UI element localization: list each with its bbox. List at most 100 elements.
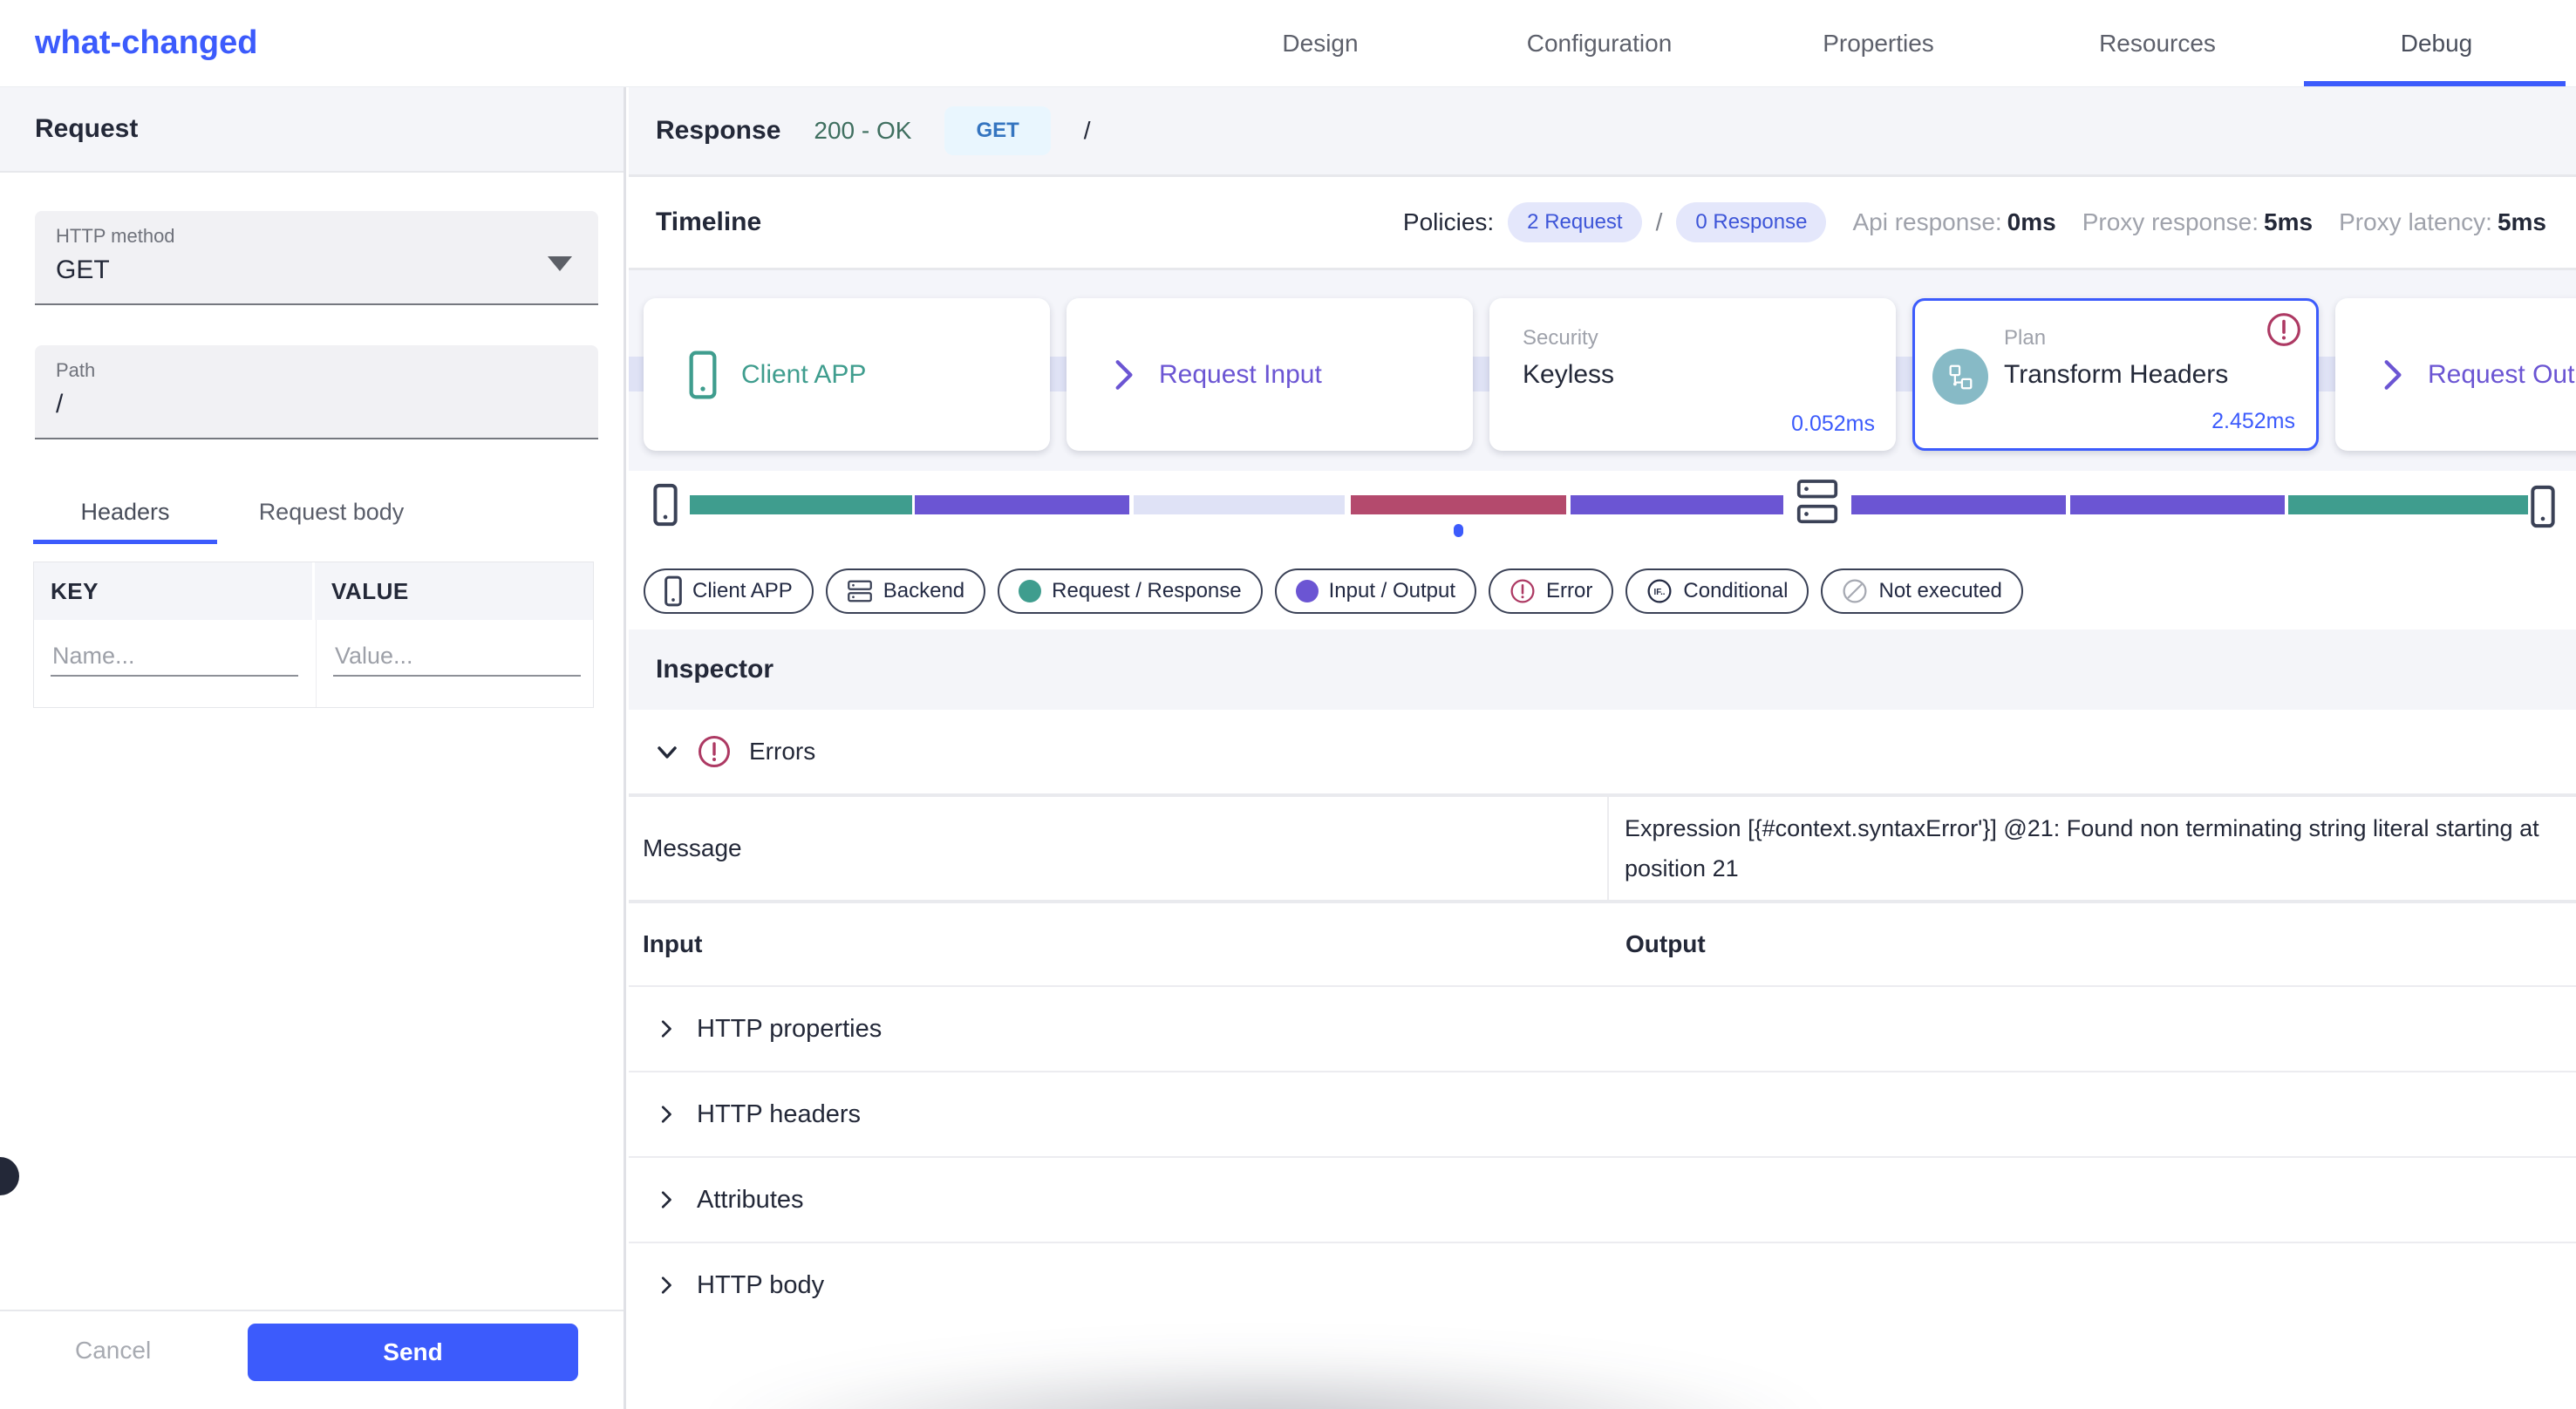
policies-label: Policies: [1402,208,1495,235]
conditional-icon: IF.. [1646,578,1673,604]
response-header: Response 200 - OK GET / [629,87,2576,177]
http-method-select[interactable]: HTTP method GET [35,211,598,305]
timeline-cards-zone: Client APP Request Input Security Keyles… [629,270,2576,471]
legend-label: Client APP [692,579,793,602]
legend-request-response[interactable]: Request / Response [998,568,1263,614]
card-security-keyless[interactable]: Security Keyless 0.052ms [1489,298,1896,451]
request-title: Request [35,114,139,143]
section-label: HTTP properties [697,1014,883,1043]
path-field[interactable]: Path / [35,345,598,439]
header-value-input[interactable] [333,637,581,677]
input-column-header: Input [643,930,703,957]
section-label: Attributes [697,1185,804,1214]
legend-conditional[interactable]: IF.. Conditional [1625,568,1809,614]
chevron-down-icon [655,739,679,764]
legend-input-output[interactable]: Input / Output [1274,568,1477,614]
send-button[interactable]: Send [248,1324,578,1381]
tab-configuration[interactable]: Configuration [1460,0,1739,86]
section-http-headers[interactable]: HTTP headers [629,1072,2576,1156]
policy-name: Transform Headers [2004,360,2229,389]
status-badge: 200 - OK [814,117,912,144]
legend-not-executed[interactable]: Not executed [1821,568,2023,614]
metric-label: Proxy latency: [2339,208,2492,235]
policy-duration: 2.452ms [2211,409,2295,433]
tab-label: Debug [2400,29,2473,57]
tab-request-body[interactable]: Request body [217,485,446,540]
message-label: Message [629,797,1609,900]
card-label: Client APP [741,359,867,389]
legend-client-app[interactable]: Client APP [644,568,814,614]
legend-label: Conditional [1683,579,1789,602]
tab-properties[interactable]: Properties [1739,0,2018,86]
tab-label: Design [1282,29,1359,57]
timeline-bar-zone: Client APP Backend Request / Response In… [629,471,2576,630]
legend-backend[interactable]: Backend [825,568,986,614]
chevron-right-icon [658,1273,674,1297]
errors-label: Errors [749,738,816,765]
tab-resources[interactable]: Resources [2018,0,2297,86]
tab-label: Resources [2099,29,2216,57]
tab-design[interactable]: Design [1181,0,1460,86]
message-value-cell: Expression [{#context.syntaxError'}] @21… [1609,797,2576,900]
tab-headers[interactable]: Headers [33,485,217,540]
metric-value: 5ms [2264,208,2314,235]
error-icon [2266,311,2302,348]
timeline-bar-segment [1851,495,2066,514]
chevron-right-icon [658,1102,674,1127]
response-policies-badge[interactable]: 0 Response [1676,202,1827,242]
edge-notch [0,1157,19,1195]
card-request-output[interactable]: Request Output [2335,298,2576,451]
request-panel-header: Request [0,87,624,173]
policy-name: Keyless [1523,360,1615,389]
metric-value: 0ms [2007,208,2056,235]
flowchart-icon [1949,364,1973,390]
timeline-bar-segment [1571,495,1783,514]
chevron-right-icon [658,1188,674,1212]
timeline-bar-segment [1351,495,1566,514]
header-name-input[interactable] [51,637,298,677]
phone-icon [689,351,717,399]
section-attributes[interactable]: Attributes [629,1158,2576,1242]
teal-dot-icon [1019,580,1042,602]
svg-text:IF..: IF.. [1654,588,1666,597]
proxy-response-metric: Proxy response: 5ms [2082,208,2313,236]
cancel-button[interactable]: Cancel [70,1336,156,1365]
request-policies-badge[interactable]: 2 Request [1508,202,1642,242]
purple-dot-icon [1295,580,1319,602]
key-cell [34,620,316,707]
top-tabs: Design Configuration Properties Resource… [1181,0,2576,86]
output-column-header: Output [1625,930,1706,957]
top-bar: what-changed Design Configuration Proper… [0,0,2576,87]
legend-label: Not executed [1878,579,2002,602]
metric-label: Proxy response: [2082,208,2259,235]
section-http-properties[interactable]: HTTP properties [629,987,2576,1071]
response-title: Response [656,116,781,145]
phone-icon [653,481,678,528]
card-request-input[interactable]: Request Input [1067,298,1473,451]
http-method-label: HTTP method [56,225,175,247]
errors-section-toggle[interactable]: Errors [629,710,2576,793]
page-shadow [699,1356,1832,1409]
policy-category: Security [1523,326,1598,350]
chevron-down-icon [548,256,572,271]
legend-label: Input / Output [1328,579,1456,602]
input-output-header-row: Input Output [629,903,2576,985]
legend-error[interactable]: Error [1489,568,1614,614]
error-message-row: Message Expression [{#context.syntaxErro… [629,797,2576,900]
timeline-bar-segment [690,495,912,514]
timeline-bar-segment [1134,495,1345,514]
active-tab-underline [2304,81,2566,86]
tab-debug[interactable]: Debug [2297,0,2576,86]
request-panel: Request HTTP method GET Path / Headers R… [0,87,626,1409]
section-http-body[interactable]: HTTP body [629,1243,2576,1327]
headers-table-head: KEY VALUE [34,562,593,620]
metric-label: Api response: [1852,208,2002,235]
timeline-cards: Client APP Request Input Security Keyles… [644,298,2576,451]
card-client-app[interactable]: Client APP [644,298,1050,451]
active-tab-underline [33,540,217,544]
footer-divider [0,1310,624,1311]
api-title: what-changed [35,24,258,61]
card-plan-transform-headers[interactable]: Plan Transform Headers 2.452ms [1912,298,2319,451]
tab-label: Properties [1823,29,1934,57]
proxy-latency-metric: Proxy latency: 5ms [2339,208,2546,236]
